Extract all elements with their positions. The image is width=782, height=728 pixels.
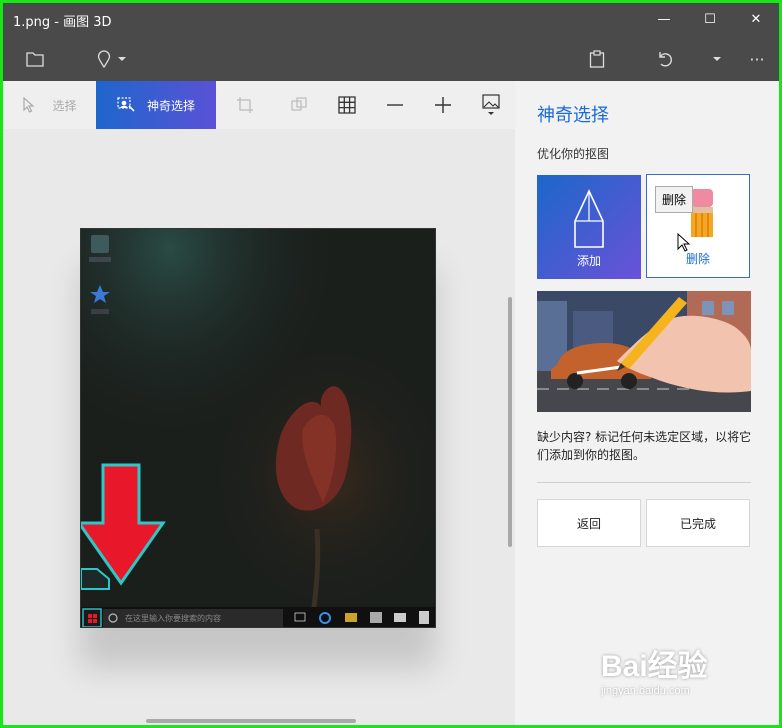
3d-shapes-icon bbox=[291, 97, 307, 111]
close-icon: ✕ bbox=[750, 11, 762, 27]
grid-icon bbox=[338, 96, 356, 114]
instruction-illustration bbox=[537, 291, 751, 412]
undo-icon bbox=[659, 52, 672, 67]
canvas-image[interactable]: 在这里输入你要搜索的内容 bbox=[80, 228, 436, 628]
panel-subtitle: 优化你的抠图 bbox=[537, 147, 610, 161]
cursor-icon bbox=[23, 97, 36, 113]
watermark: Bai经验 jingyan.baidu.com bbox=[601, 641, 751, 701]
title-bar: 1.png - 画图 3D — ☐ ✕ bbox=[3, 3, 779, 37]
done-button[interactable]: 已完成 bbox=[646, 499, 750, 547]
plus-icon bbox=[435, 97, 451, 113]
remove-button[interactable]: 删除 删除 bbox=[646, 174, 750, 278]
clipboard-icon bbox=[589, 50, 605, 68]
stickers-dropdown-button[interactable] bbox=[87, 43, 137, 75]
vertical-scrollbar[interactable] bbox=[508, 297, 512, 547]
crop-tool-button[interactable] bbox=[225, 81, 265, 129]
desktop-icon bbox=[91, 235, 109, 253]
watermark-url: jingyan.baidu.com bbox=[601, 685, 690, 697]
desktop-screenshot-image bbox=[81, 229, 435, 627]
select-tool-label: 选择 bbox=[52, 98, 77, 113]
maximize-icon: ☐ bbox=[704, 11, 716, 27]
add-label: 添加 bbox=[576, 254, 601, 268]
minimize-icon: — bbox=[657, 11, 671, 27]
horizontal-scrollbar[interactable] bbox=[146, 719, 356, 723]
magic-select-tool-button[interactable]: 神奇选择 bbox=[96, 81, 216, 129]
remove-tooltip: 删除 bbox=[655, 186, 694, 213]
panel-divider bbox=[537, 482, 751, 483]
watermark-logo-text: Bai经验 bbox=[601, 650, 708, 683]
chevron-down-icon bbox=[713, 57, 721, 61]
undo-button[interactable] bbox=[647, 43, 683, 75]
more-icon: ··· bbox=[749, 49, 765, 69]
select-tool-button[interactable]: 选择 bbox=[3, 81, 96, 129]
magic-select-panel: 神奇选择 优化你的抠图 添加 删除 删除 缺少内容? 标记任何未选定区域，以将它… bbox=[515, 81, 779, 725]
history-dropdown-button[interactable] bbox=[703, 43, 731, 75]
maximize-button[interactable]: ☐ bbox=[687, 3, 733, 35]
paste-button[interactable] bbox=[579, 43, 615, 75]
magic-select-label: 神奇选择 bbox=[146, 98, 195, 113]
close-button[interactable]: ✕ bbox=[733, 3, 779, 35]
canvas-area[interactable]: 在这里输入你要搜索的内容 bbox=[3, 129, 515, 725]
back-button[interactable]: 返回 bbox=[537, 499, 641, 547]
pencil-icon bbox=[574, 189, 604, 248]
back-label: 返回 bbox=[576, 516, 601, 531]
top-toolbar: ··· bbox=[3, 37, 779, 81]
location-pin-icon bbox=[97, 50, 111, 68]
done-label: 已完成 bbox=[679, 516, 716, 531]
menu-folder-button[interactable] bbox=[17, 43, 53, 75]
add-button[interactable]: 添加 bbox=[537, 175, 641, 279]
image-options-button[interactable] bbox=[471, 81, 511, 129]
app-window: 1.png - 画图 3D — ☐ ✕ ··· 选择 神奇选择 在这里输入你要搜… bbox=[0, 0, 782, 728]
remove-label: 删除 bbox=[685, 252, 710, 266]
taskbar-search-placeholder: 在这里输入你要搜索的内容 bbox=[125, 614, 221, 623]
magic-select-icon bbox=[117, 97, 135, 112]
folder-icon bbox=[26, 52, 44, 67]
zoom-out-button[interactable] bbox=[375, 81, 415, 129]
tools-bar: 选择 神奇选择 bbox=[3, 81, 515, 129]
image-icon bbox=[482, 94, 500, 115]
3d-view-tool-button[interactable] bbox=[279, 81, 319, 129]
crop-icon bbox=[237, 97, 253, 113]
minimize-button[interactable]: — bbox=[641, 3, 687, 35]
zoom-in-button[interactable] bbox=[423, 81, 463, 129]
more-button[interactable]: ··· bbox=[739, 43, 775, 75]
panel-title: 神奇选择 bbox=[537, 105, 609, 126]
minus-icon bbox=[387, 104, 403, 106]
chevron-down-icon bbox=[118, 57, 126, 61]
panel-description: 缺少内容? 标记任何未选定区域，以将它们添加到你的抠图。 bbox=[537, 430, 752, 462]
window-title: 1.png - 画图 3D bbox=[13, 15, 112, 30]
grid-tool-button[interactable] bbox=[327, 81, 367, 129]
